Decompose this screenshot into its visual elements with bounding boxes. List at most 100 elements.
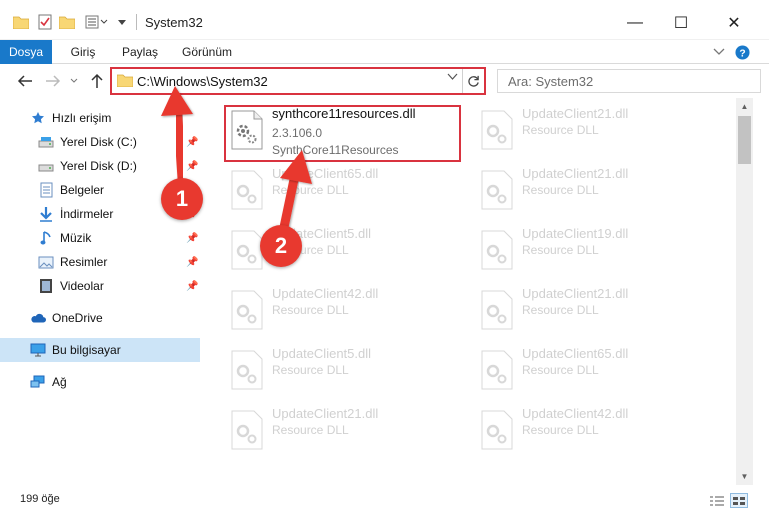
step-1-badge: 1: [161, 178, 203, 220]
tab-home[interactable]: Giriş: [60, 40, 106, 64]
file-item[interactable]: UpdateClient21.dll Resource DLL: [478, 284, 718, 342]
back-arrow-icon[interactable]: [16, 72, 34, 90]
file-name: UpdateClient5.dll: [272, 346, 372, 361]
forward-arrow-icon[interactable]: [44, 72, 62, 90]
minimize-button[interactable]: —: [612, 8, 658, 38]
sidebar-item-pictures[interactable]: Resimler 📌: [0, 250, 200, 274]
dll-file-icon: [481, 230, 513, 270]
address-path[interactable]: C:\Windows\System32: [137, 74, 268, 89]
dll-file-icon: [231, 410, 263, 450]
item-count: 199 öğe: [20, 493, 60, 505]
file-name: UpdateClient65.dll: [272, 166, 379, 181]
chevron-down-icon[interactable]: [712, 44, 726, 60]
tiles-view-icon[interactable]: [730, 493, 748, 508]
folder-icon[interactable]: [12, 13, 30, 31]
vertical-scrollbar[interactable]: ▲ ▼: [736, 98, 753, 485]
search-placeholder: Ara: System32: [508, 74, 594, 89]
file-item[interactable]: UpdateClient42.dll Resource DLL: [478, 404, 718, 462]
refresh-icon[interactable]: [462, 69, 484, 93]
close-button[interactable]: ✕: [711, 8, 757, 38]
sidebar-item-onedrive[interactable]: OneDrive: [0, 306, 200, 330]
sidebar-item-label: Yerel Disk (D:): [60, 159, 137, 173]
sidebar-item-disk-c[interactable]: Yerel Disk (C:) 📌: [0, 130, 200, 154]
music-icon: [38, 230, 54, 246]
step-2-badge: 2: [260, 225, 302, 267]
search-input[interactable]: Ara: System32: [497, 69, 761, 93]
file-type: Resource DLL: [272, 423, 349, 437]
chevron-down-icon[interactable]: [447, 72, 458, 84]
tab-share[interactable]: Paylaş: [114, 40, 166, 64]
file-type: Resource DLL: [272, 183, 349, 197]
file-type: Resource DLL: [272, 363, 349, 377]
documents-icon: [38, 182, 54, 198]
chevron-down-icon[interactable]: [114, 13, 130, 31]
sidebar-item-label: İndirmeler: [60, 207, 114, 221]
tab-view[interactable]: Görünüm: [174, 40, 240, 64]
title-bar: System32 — ☐ ✕: [0, 0, 769, 40]
dll-file-icon: [231, 230, 263, 270]
file-item[interactable]: UpdateClient21.dll Resource DLL: [478, 164, 718, 222]
address-bar[interactable]: C:\Windows\System32: [110, 67, 486, 95]
file-item[interactable]: UpdateClient42.dll Resource DLL: [228, 284, 468, 342]
help-icon[interactable]: ?: [734, 44, 750, 60]
properties-icon[interactable]: [36, 13, 54, 31]
dll-file-icon: [481, 170, 513, 210]
file-type: Resource DLL: [272, 303, 349, 317]
new-folder-icon[interactable]: [58, 13, 76, 31]
sidebar-item-label: Ağ: [52, 375, 67, 389]
customize-quick-access-icon[interactable]: [84, 13, 110, 31]
file-highlight-box: [224, 105, 461, 162]
sidebar-item-this-pc[interactable]: Bu bilgisayar: [0, 338, 200, 362]
sidebar-item-network[interactable]: Ağ: [0, 370, 200, 394]
scrollbar-thumb[interactable]: [738, 116, 751, 164]
sidebar-item-label: Videolar: [60, 279, 104, 293]
status-bar: 199 öğe: [0, 485, 769, 527]
pin-icon: 📌: [186, 232, 199, 244]
sidebar-item-label: Hızlı erişim: [52, 111, 112, 125]
details-view-icon[interactable]: [708, 493, 726, 508]
sidebar-item-videos[interactable]: Videolar 📌: [0, 274, 200, 298]
file-type: Resource DLL: [522, 243, 599, 257]
pin-icon: 📌: [186, 160, 199, 172]
file-type: Resource DLL: [522, 123, 599, 137]
dll-file-icon: [231, 290, 263, 330]
sidebar-item-quick-access[interactable]: Hızlı erişim: [0, 106, 200, 130]
sidebar-item-label: Belgeler: [60, 183, 105, 197]
drive-icon: [38, 134, 54, 150]
file-item[interactable]: UpdateClient19.dll Resource DLL: [478, 224, 718, 282]
dll-file-icon: [481, 110, 513, 150]
file-item[interactable]: UpdateClient65.dll Resource DLL: [478, 344, 718, 402]
pictures-icon: [38, 254, 54, 270]
file-name: UpdateClient19.dll: [522, 226, 629, 241]
up-arrow-icon[interactable]: [88, 72, 106, 90]
sidebar-item-label: Müzik: [60, 231, 92, 245]
navigation-pane: Hızlı erişim Yerel Disk (C:) 📌 Yerel Dis…: [0, 98, 204, 485]
tab-file[interactable]: Dosya: [0, 40, 52, 64]
ribbon-tabs: Dosya Giriş Paylaş Görünüm ?: [0, 40, 769, 64]
dll-file-icon: [481, 350, 513, 390]
pin-icon: 📌: [186, 280, 199, 292]
dll-file-icon: [481, 410, 513, 450]
dll-file-icon: [231, 170, 263, 210]
sidebar-item-disk-d[interactable]: Yerel Disk (D:) 📌: [0, 154, 200, 178]
recent-locations-icon[interactable]: [68, 72, 80, 90]
maximize-button[interactable]: ☐: [658, 8, 704, 38]
sidebar-item-label: OneDrive: [52, 311, 103, 325]
file-item[interactable]: UpdateClient65.dll Resource DLL: [228, 164, 468, 222]
file-item[interactable]: UpdateClient5.dll Resource DLL: [228, 344, 468, 402]
file-type: Resource DLL: [522, 303, 599, 317]
pin-icon: 📌: [186, 256, 199, 268]
pin-icon: 📌: [186, 136, 199, 148]
folder-icon: [116, 73, 134, 90]
sidebar-item-music[interactable]: Müzik 📌: [0, 226, 200, 250]
file-name: UpdateClient42.dll: [272, 286, 379, 301]
cloud-icon: [30, 310, 46, 326]
file-item[interactable]: UpdateClient21.dll Resource DLL: [228, 404, 468, 462]
scroll-down-arrow-icon[interactable]: ▼: [736, 468, 753, 485]
scroll-up-arrow-icon[interactable]: ▲: [736, 98, 753, 115]
file-type: Resource DLL: [522, 183, 599, 197]
sidebar-item-label: Resimler: [60, 255, 108, 269]
file-item[interactable]: UpdateClient21.dll Resource DLL: [478, 104, 718, 162]
download-icon: [38, 206, 54, 222]
navigation-bar: C:\Windows\System32 Ara: System32: [0, 64, 769, 98]
